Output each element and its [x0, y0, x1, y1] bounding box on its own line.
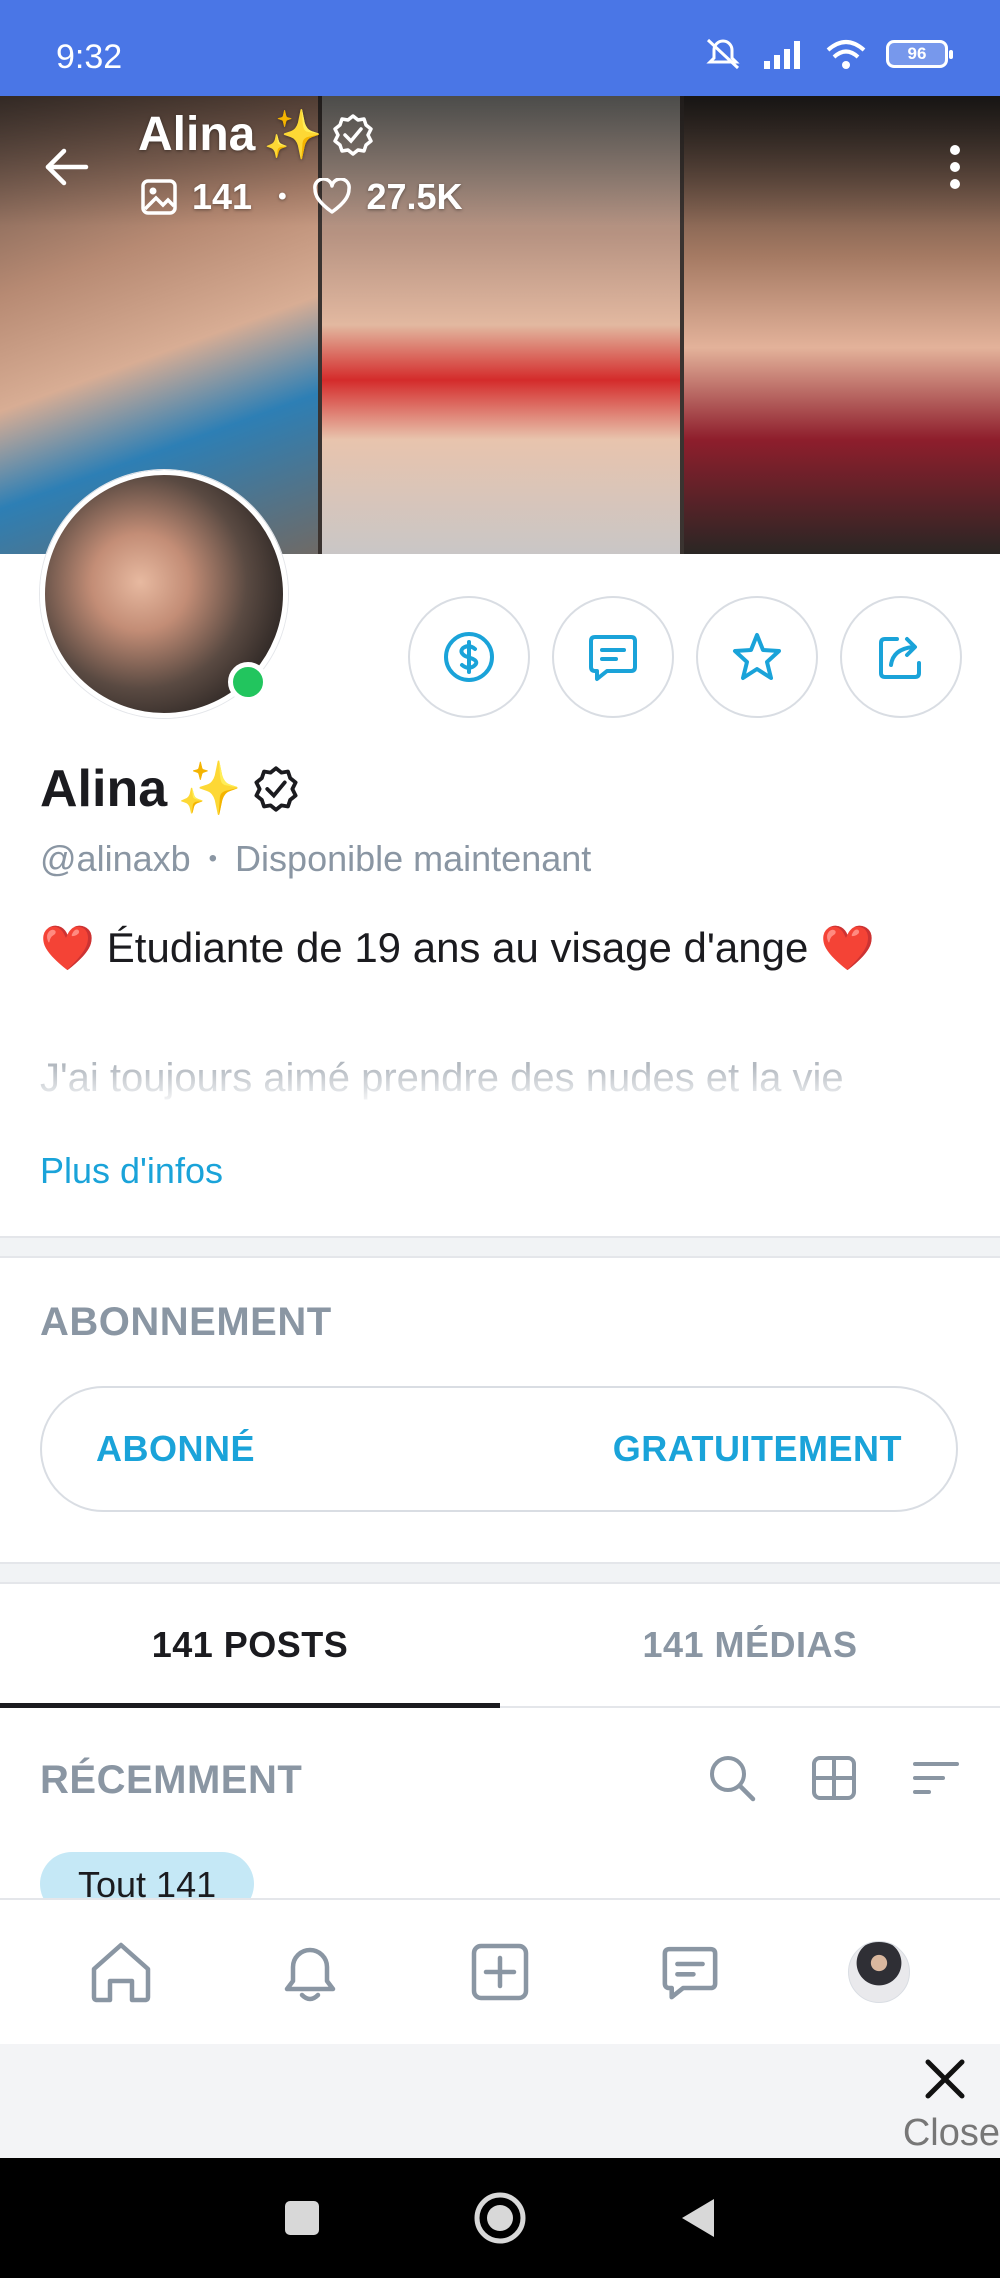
ad-close-bar: Close [0, 2044, 1000, 2158]
share-icon [879, 637, 921, 679]
likes-count: 27.5K [366, 176, 463, 217]
add-post-icon [471, 1943, 529, 2001]
subscription-price: GRATUITEMENT [612, 1428, 902, 1469]
cover-name: Alina [138, 108, 256, 161]
bio-text: Étudiante de 19 ans au visage d'ange [106, 924, 809, 971]
battery-indicator: 96 [886, 40, 953, 68]
search-button[interactable] [706, 1752, 758, 1804]
nav-home[interactable] [81, 1932, 161, 2012]
profile-handle: @alinaxb [40, 838, 191, 879]
profile-name-line: Alina ✨ [40, 758, 300, 819]
subscription-status: ABONNÉ [96, 1428, 256, 1469]
wifi-icon [826, 40, 866, 69]
posts-count: 141 [192, 176, 253, 217]
back-triangle-icon[interactable] [678, 2196, 718, 2240]
favorite-button[interactable] [696, 596, 818, 718]
nav-create[interactable] [460, 1932, 540, 2012]
handle-separator: • [208, 845, 218, 872]
bottom-navigation [0, 1898, 1000, 2044]
chat-icon [662, 1946, 718, 2000]
close-icon[interactable] [920, 2054, 970, 2104]
nav-profile[interactable] [839, 1932, 919, 2012]
cover-stats: 141 • 27.5K [140, 176, 463, 218]
content-tabs: 141 POSTS 141 MÉDIAS [0, 1584, 1000, 1708]
status-bar: 9:32 96 [0, 0, 1000, 96]
more-options-icon[interactable] [938, 142, 972, 192]
profile-name: Alina [40, 759, 168, 818]
tab-media[interactable]: 141 MÉDIAS [500, 1584, 1000, 1706]
bio-headline: ❤️ Étudiante de 19 ans au visage d'ange … [40, 922, 875, 974]
more-info-link[interactable]: Plus d'infos [40, 1150, 223, 1192]
verified-icon [333, 113, 373, 156]
section-divider [0, 1562, 1000, 1584]
tab-posts[interactable]: 141 POSTS [0, 1584, 500, 1708]
signal-icon [764, 41, 800, 69]
grid-view-button[interactable] [808, 1752, 860, 1804]
message-button[interactable] [552, 596, 674, 718]
cover-title: Alina ✨ [138, 106, 375, 163]
back-arrow-icon[interactable] [40, 140, 94, 194]
bio-preview: J'ai toujours aimé prendre des nudes et … [40, 1056, 960, 1106]
heart-icon [313, 178, 352, 214]
sort-button[interactable] [910, 1752, 962, 1804]
recent-title: RÉCEMMENT [40, 1758, 303, 1802]
tip-button[interactable] [408, 596, 530, 718]
home-icon [91, 1942, 151, 2003]
system-navigation [0, 2158, 1000, 2278]
profile-actions [408, 596, 962, 718]
section-divider [0, 1236, 1000, 1258]
search-icon [710, 1756, 756, 1802]
bio-preview-text: J'ai toujours aimé prendre des nudes et … [40, 1056, 844, 1100]
stats-separator: • [278, 183, 287, 210]
message-icon [589, 635, 637, 681]
heart-emoji-right: ❤️ [820, 924, 876, 973]
verified-icon [254, 765, 298, 812]
feed-tools [706, 1752, 962, 1804]
star-icon [733, 633, 781, 680]
home-circle-icon[interactable] [472, 2190, 528, 2246]
availability-status: Disponible maintenant [235, 838, 592, 879]
status-icons: 96 [702, 36, 953, 72]
subscription-title: ABONNEMENT [40, 1300, 332, 1344]
heart-emoji-left: ❤️ [40, 924, 95, 973]
online-status-dot [228, 662, 268, 702]
bell-icon [285, 1947, 336, 2002]
close-label[interactable]: Close [903, 2112, 1000, 2155]
dollar-icon [444, 632, 494, 682]
recents-icon[interactable] [282, 2198, 322, 2238]
handle-line: @alinaxb • Disponible maintenant [40, 838, 591, 880]
nav-notifications[interactable] [270, 1932, 350, 2012]
image-icon [141, 179, 177, 215]
mute-icon [706, 38, 740, 70]
user-avatar [848, 1941, 911, 2003]
sort-icon [913, 1762, 959, 1794]
nav-messages[interactable] [650, 1932, 730, 2012]
status-time: 9:32 [56, 38, 123, 76]
subscription-button[interactable]: ABONNÉ GRATUITEMENT [40, 1386, 958, 1512]
sparkles-emoji: ✨ [177, 760, 242, 818]
grid-icon [812, 1756, 856, 1800]
share-button[interactable] [840, 596, 962, 718]
sparkles-emoji: ✨ [263, 109, 324, 162]
